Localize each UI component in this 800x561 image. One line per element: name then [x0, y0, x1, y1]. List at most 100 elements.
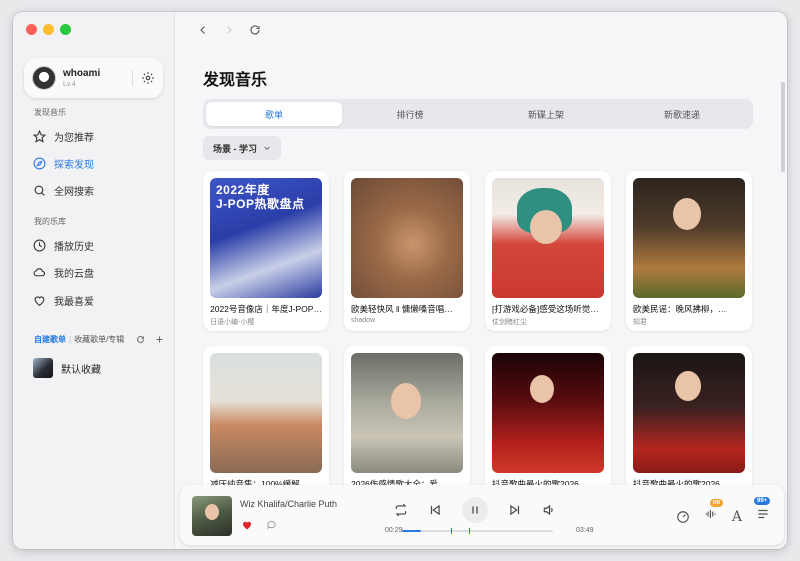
gear-icon[interactable]: [141, 71, 155, 85]
user-level: Lv.4: [63, 81, 76, 88]
playlist-cover: [210, 353, 322, 473]
back-icon[interactable]: [197, 24, 209, 36]
minimize-window-button[interactable]: [43, 24, 54, 35]
repeat-icon[interactable]: [394, 503, 408, 517]
playlist-cover: [492, 353, 604, 473]
tab-collected-playlists[interactable]: 收藏歌单/专辑: [74, 334, 124, 345]
sidebar-item-cloud[interactable]: 我的云盘: [33, 264, 94, 280]
sidebar: whoami Lv.4 发现音乐 为您推荐 探索发现 全网搜索 我的乐库 播放历…: [13, 12, 175, 549]
cover-figure: [675, 371, 701, 401]
playlist-cover: [492, 178, 604, 298]
compass-icon: [33, 157, 46, 169]
volume-icon[interactable]: [542, 503, 556, 517]
search-icon: [34, 185, 45, 196]
category-tabs: 歌单 排行榜 新碟上架 新歌速递: [203, 99, 753, 129]
cover-figure: [205, 504, 219, 520]
playlist-cover: 2022年度 J-POP热歌盘点: [210, 178, 322, 298]
pause-icon: [472, 506, 478, 514]
playlist-card[interactable]: 欧美民谣：晚风拂柳，… 知君: [626, 171, 752, 331]
sidebar-item-label: 为您推荐: [54, 132, 94, 144]
elapsed-time: 00:29: [385, 527, 403, 534]
progress-marker: [451, 528, 452, 534]
cover-figure: [530, 210, 562, 244]
comment-icon[interactable]: [266, 519, 277, 530]
user-name: whoami: [63, 68, 101, 79]
speed-gauge-icon[interactable]: [676, 510, 690, 524]
scrollbar[interactable]: [781, 82, 785, 172]
sidebar-item-label: 全网搜索: [54, 186, 94, 198]
section-discover-label: 发现音乐: [34, 108, 66, 117]
like-heart-icon[interactable]: [241, 519, 253, 531]
sidebar-item-label: 我的云盘: [54, 268, 94, 280]
playlist-cover: [33, 358, 53, 378]
lyrics-font-icon[interactable]: A: [732, 509, 742, 525]
tab-charts[interactable]: 排行榜: [342, 102, 478, 126]
plus-icon[interactable]: [155, 335, 164, 344]
star-icon: [33, 129, 46, 143]
cover-figure: [391, 383, 421, 419]
scene-filter-dropdown[interactable]: 场景 - 学习: [203, 136, 281, 160]
sidebar-item-explore[interactable]: 探索发现: [33, 155, 94, 171]
playlist-card[interactable]: 2022年度J-POP热歌盘点 2022号音像店｜年度J-POP热歌盘点 日语小…: [203, 171, 329, 331]
tab-playlists[interactable]: 歌单: [206, 102, 342, 126]
playlist-card[interactable]: 2026伤感情歌大全：爱: [344, 346, 470, 506]
sidebar-item-label: 我最喜爱: [54, 296, 94, 308]
avatar[interactable]: [32, 66, 56, 90]
filter-label: 场景 - 学习: [213, 143, 257, 154]
playlist-title: [打游戏必备]感受这场听觉盛宴: [492, 304, 604, 314]
playlist-author: 仗剑睹红尘: [492, 319, 527, 326]
playlist-card[interactable]: 减压纯音集：100%缓解: [203, 346, 329, 506]
section-library-label: 我的乐库: [34, 217, 66, 226]
pause-button[interactable]: [462, 497, 488, 523]
window-controls: [26, 24, 71, 35]
sound-quality-button[interactable]: HR: [704, 499, 724, 526]
sidebar-item-search[interactable]: 全网搜索: [33, 182, 94, 198]
heart-icon: [34, 295, 45, 306]
tab-new-songs[interactable]: 新歌速递: [614, 102, 750, 126]
chevron-down-icon: [264, 146, 270, 151]
sidebar-item-recommend[interactable]: 为您推荐: [33, 128, 94, 144]
player-extra-controls: HR A 99+: [676, 497, 771, 526]
sidebar-item-label: 探索发现: [54, 159, 94, 171]
close-window-button[interactable]: [26, 24, 37, 35]
playlist-card[interactable]: [打游戏必备]感受这场听觉盛宴 仗剑睹红尘: [485, 171, 611, 331]
duration-time: 03:49: [576, 527, 594, 534]
main-content: 发现音乐 歌单 排行榜 新碟上架 新歌速递 场景 - 学习 2022年度 J-PO…: [175, 12, 787, 549]
forward-icon[interactable]: [223, 24, 235, 36]
progress-slider[interactable]: [402, 528, 553, 534]
play-queue-button[interactable]: 99+: [754, 497, 771, 526]
reload-icon[interactable]: [249, 24, 261, 36]
divider: |: [69, 335, 72, 344]
playlist-item-default[interactable]: 默认收藏: [33, 358, 101, 378]
refresh-icon[interactable]: [136, 335, 145, 344]
playlist-author: 日语小编-小樱: [210, 319, 255, 326]
playlist-card[interactable]: 欧美轻快风 ‖ 慵懒嗓音唱… shadow: [344, 171, 470, 331]
playlist-tabs: 自建歌单 | 收藏歌单/专辑: [34, 334, 164, 345]
playlist-title: 欧美民谣：晚风拂柳，…: [633, 304, 727, 314]
player-bar: Wiz Khalifa/Charlie Puth 00:29 03:49 HR: [180, 485, 784, 545]
playback-controls: [394, 497, 556, 523]
sidebar-item-history[interactable]: 播放历史: [33, 237, 94, 253]
playlist-item-label: 默认收藏: [61, 364, 101, 376]
cloud-icon: [33, 267, 46, 276]
cover-figure: [530, 375, 554, 403]
waveform-icon: [705, 509, 716, 519]
zoom-window-button[interactable]: [60, 24, 71, 35]
queue-list-icon: [758, 509, 768, 519]
next-icon[interactable]: [508, 503, 522, 517]
playlist-cover: [351, 178, 463, 298]
progress-marker: [469, 528, 470, 534]
sidebar-item-favorites[interactable]: 我最喜爱: [33, 292, 94, 308]
now-playing-cover[interactable]: [192, 496, 232, 536]
cover-title-text: 2022年度 J-POP热歌盘点: [216, 183, 305, 211]
previous-icon[interactable]: [428, 503, 442, 517]
app-window: whoami Lv.4 发现音乐 为您推荐 探索发现 全网搜索 我的乐库 播放历…: [13, 12, 787, 549]
tab-new-albums[interactable]: 新碟上架: [478, 102, 614, 126]
hr-badge: HR: [709, 499, 724, 507]
playlist-card[interactable]: 抖音歌曲最火的歌2026: [485, 346, 611, 506]
now-playing-artist[interactable]: Wiz Khalifa/Charlie Puth: [240, 499, 350, 509]
playlist-card[interactable]: 抖音歌曲最火的歌2026: [626, 346, 752, 506]
top-navigation: [197, 24, 261, 36]
tab-my-playlists[interactable]: 自建歌单: [34, 334, 66, 345]
user-card[interactable]: whoami Lv.4: [24, 58, 163, 98]
